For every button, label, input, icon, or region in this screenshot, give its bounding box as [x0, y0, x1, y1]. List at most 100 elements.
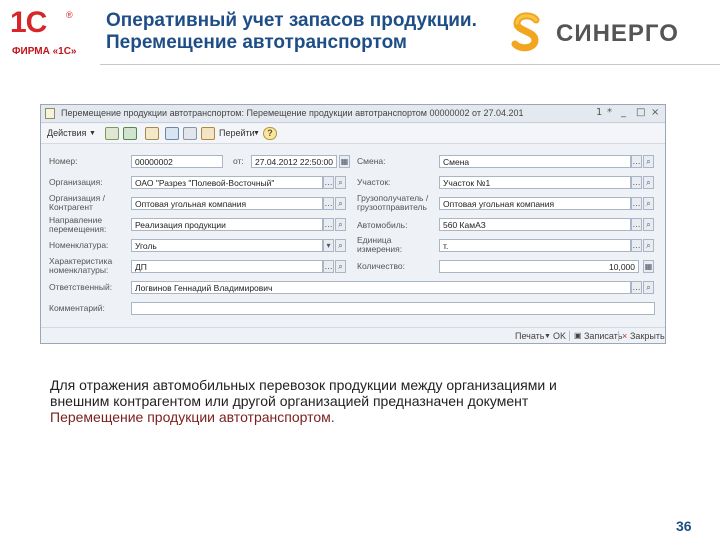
- organization-field[interactable]: ОАО "Разрез "Полевой-Восточный": [131, 176, 323, 189]
- slide-title: Оперативный учет запасов продукции. Пере…: [106, 10, 506, 54]
- shift-field[interactable]: Смена: [439, 155, 631, 168]
- direction-open-icon[interactable]: ⌕: [335, 218, 346, 231]
- characteristic-open-icon[interactable]: ⌕: [335, 260, 346, 273]
- date-from-label: от:: [233, 156, 244, 166]
- caption-document-name: Перемещение продукции автотранспортом.: [50, 409, 335, 425]
- nomenclature-open-icon[interactable]: ⌕: [335, 239, 346, 252]
- unit-label-line-2: измерения:: [357, 244, 403, 254]
- comment-label: Комментарий:: [49, 303, 105, 313]
- responsible-label: Ответственный:: [49, 282, 113, 292]
- caption-line-1: Для отражения автомобильных перевозок пр…: [50, 377, 557, 393]
- comment-field[interactable]: [131, 302, 655, 315]
- nomenclature-dropdown-icon[interactable]: ▾: [323, 239, 334, 252]
- logo-1c-caption: ФИРМА «1С»: [12, 46, 77, 57]
- shift-label: Смена:: [357, 156, 386, 166]
- logo-1c-registered-mark: ®: [66, 10, 73, 20]
- command-separator: [618, 331, 619, 341]
- characteristic-select-icon[interactable]: …: [323, 260, 334, 273]
- save-icon[interactable]: ▣: [574, 331, 582, 340]
- document-icon: [45, 108, 55, 119]
- slide-title-line-1: Оперативный учет запасов продукции.: [106, 10, 477, 31]
- synergy-logo-icon: [511, 12, 540, 52]
- calendar-icon[interactable]: ▦: [339, 155, 350, 168]
- consignee-open-icon[interactable]: ⌕: [643, 197, 654, 210]
- nomenclature-label: Номенклатура:: [49, 240, 109, 250]
- header-divider: [100, 64, 720, 65]
- car-select-icon[interactable]: …: [631, 218, 642, 231]
- goto-icon[interactable]: [201, 127, 215, 140]
- toolbar: Действия ▼ Перейти ▼ ?: [41, 124, 665, 144]
- nomenclature-field[interactable]: Уголь: [131, 239, 323, 252]
- quantity-calculator-icon[interactable]: ▦: [643, 260, 654, 273]
- car-open-icon[interactable]: ⌕: [643, 218, 654, 231]
- section-open-icon[interactable]: ⌕: [643, 176, 654, 189]
- copy-document-icon[interactable]: [145, 127, 159, 140]
- direction-field[interactable]: Реализация продукции: [131, 218, 323, 231]
- car-field[interactable]: 560 КамАЗ: [439, 218, 631, 231]
- goto-dropdown-icon[interactable]: ▼: [253, 130, 260, 137]
- org-contractor-select-icon[interactable]: …: [323, 197, 334, 210]
- actions-dropdown-icon[interactable]: ▼: [89, 130, 96, 137]
- close-form-icon[interactable]: ×: [622, 331, 627, 341]
- structure-icon[interactable]: [165, 127, 179, 140]
- ok-button[interactable]: OK: [553, 331, 566, 341]
- organization-select-icon[interactable]: …: [323, 176, 334, 189]
- date-field[interactable]: 27.04.2012 22:50:00: [251, 155, 337, 168]
- consignee-select-icon[interactable]: …: [631, 197, 642, 210]
- org-contractor-label-line-2: Контрагент: [49, 202, 93, 212]
- direction-select-icon[interactable]: …: [323, 218, 334, 231]
- window-titlebar: Перемещение продукции автотранспортом: П…: [41, 105, 665, 123]
- save-button[interactable]: Записать: [584, 331, 622, 341]
- shift-select-icon[interactable]: …: [631, 155, 642, 168]
- car-label: Автомобиль:: [357, 220, 408, 230]
- window-counter-label: 1: [596, 107, 603, 118]
- section-label: Участок:: [357, 177, 391, 187]
- close-icon[interactable]: ×: [651, 107, 659, 118]
- logo-1c-mark: 1С: [10, 6, 47, 39]
- consignee-label-line-2: грузоотправитель: [357, 202, 427, 212]
- unit-open-icon[interactable]: ⌕: [643, 239, 654, 252]
- unit-field[interactable]: т.: [439, 239, 631, 252]
- section-field[interactable]: Участок №1: [439, 176, 631, 189]
- logo-1c: 1С ® ФИРМА «1С»: [6, 6, 86, 58]
- section-select-icon[interactable]: …: [631, 176, 642, 189]
- post-document-icon[interactable]: [105, 127, 119, 140]
- slide-caption: Для отражения автомобильных перевозок пр…: [50, 377, 670, 425]
- goto-menu-button[interactable]: Перейти: [219, 128, 255, 138]
- document-window: Перемещение продукции автотранспортом: П…: [40, 104, 666, 344]
- responsible-select-icon[interactable]: …: [631, 281, 642, 294]
- responsible-open-icon[interactable]: ⌕: [643, 281, 654, 294]
- shift-open-icon[interactable]: ⌕: [643, 155, 654, 168]
- org-contractor-field[interactable]: Оптовая угольная компания: [131, 197, 323, 210]
- quantity-field[interactable]: 10,000: [439, 260, 639, 273]
- org-contractor-open-icon[interactable]: ⌕: [335, 197, 346, 210]
- number-label: Номер:: [49, 156, 78, 166]
- slide-title-line-2: Перемещение автотранспортом: [106, 32, 407, 53]
- dt-kt-icon[interactable]: [183, 127, 197, 140]
- refresh-icon[interactable]: [123, 127, 137, 140]
- direction-label-line-2: перемещения:: [49, 224, 107, 234]
- print-button[interactable]: Печать: [515, 331, 544, 341]
- help-icon[interactable]: ?: [263, 127, 277, 140]
- organization-label: Организация:: [49, 177, 103, 187]
- command-bar: Печать ▼ OK ▣ Записать × Закрыть: [41, 327, 665, 343]
- unit-select-icon[interactable]: …: [631, 239, 642, 252]
- responsible-field[interactable]: Логвинов Геннадий Владимирович: [131, 281, 631, 294]
- number-field[interactable]: 00000002: [131, 155, 223, 168]
- command-separator: [569, 331, 570, 341]
- consignee-field[interactable]: Оптовая угольная компания: [439, 197, 631, 210]
- characteristic-field[interactable]: ДП: [131, 260, 323, 273]
- close-button[interactable]: Закрыть: [630, 331, 665, 341]
- actions-menu-button[interactable]: Действия: [47, 128, 86, 138]
- print-dropdown-icon[interactable]: ▼: [544, 333, 551, 340]
- page-number: 36: [676, 518, 692, 534]
- synergy-logo-text: СИНЕРГО: [556, 20, 679, 47]
- quantity-label: Количество:: [357, 261, 406, 271]
- minimize-icon[interactable]: _: [621, 107, 626, 118]
- caption-line-2: внешним контрагентом или другой организа…: [50, 393, 529, 409]
- organization-open-icon[interactable]: ⌕: [335, 176, 346, 189]
- maximize-icon[interactable]: □: [636, 107, 645, 118]
- window-modified-mark: *: [607, 107, 612, 118]
- window-title: Перемещение продукции автотранспортом: П…: [61, 108, 524, 118]
- characteristic-label-line-2: номенклатуры:: [49, 265, 109, 275]
